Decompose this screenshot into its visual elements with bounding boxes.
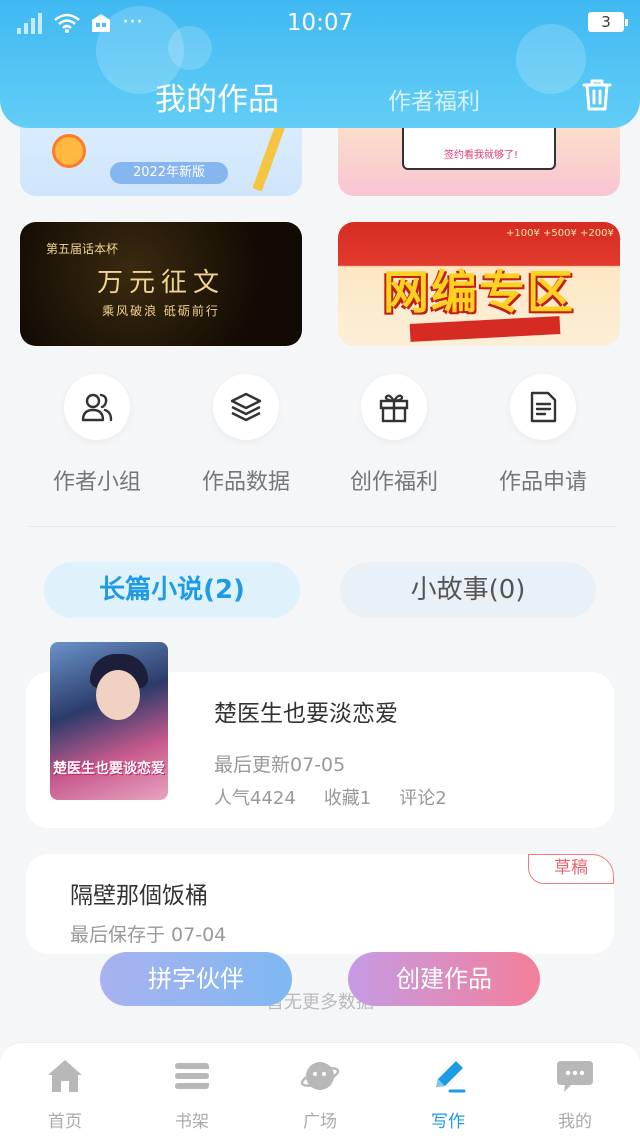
status-bar: ··· 10:07 3 (0, 0, 640, 46)
banner-chip: 2022年新版 (110, 162, 228, 184)
banner-prices: +100¥ +500¥ +200¥ (506, 228, 614, 239)
planet-icon (300, 1062, 340, 1090)
action-label: 作品申请 (498, 470, 587, 495)
group-icon (81, 393, 113, 422)
bottom-nav: 首页 书架 广场 写作 我的 (0, 1042, 640, 1138)
book-cover[interactable]: 楚医生也要谈恋爱 (50, 642, 168, 800)
trash-icon[interactable] (578, 76, 616, 114)
draft-title: 隔壁那個饭桶 (70, 883, 208, 909)
banner-editor-zone[interactable]: +100¥ +500¥ +200¥ 网编专区 (338, 222, 620, 346)
battery-icon: 3 (588, 12, 628, 32)
banner-title: 网编专区 (383, 265, 575, 319)
nav-me[interactable]: 我的 (530, 1057, 620, 1132)
banner-essay-contest[interactable]: 第五届话本杯 万元征文 乘风破浪 砥砺前行 (20, 222, 302, 346)
nav-bookshelf[interactable]: 书架 (147, 1057, 237, 1132)
action-label: 作品数据 (201, 470, 290, 495)
clock-icon (52, 134, 86, 168)
top-header: ··· 10:07 3 我的作品 作者福利 (0, 0, 640, 128)
banner-title: 万元征文 (96, 268, 225, 298)
draft-badge: 草稿 (528, 854, 614, 884)
banner-subtitle: 乘风破浪 砥砺前行 (102, 304, 220, 318)
action-author-group[interactable]: 作者小组 (37, 374, 157, 496)
layers-icon (230, 392, 262, 422)
tab-long-novels[interactable]: 长篇小说(2) (44, 562, 300, 618)
action-work-data[interactable]: 作品数据 (186, 374, 306, 496)
book-title: 楚医生也要淡恋爱 (214, 701, 398, 727)
tab-my-works[interactable]: 我的作品 (155, 74, 279, 119)
writing-partner-button[interactable]: 拼字伙伴 (100, 952, 292, 1006)
tab-author-benefits[interactable]: 作者福利 (388, 82, 480, 116)
action-creation-benefits[interactable]: 创作福利 (334, 374, 454, 496)
tab-short-stories[interactable]: 小故事(0) (340, 562, 596, 618)
action-label: 作者小组 (52, 470, 141, 495)
book-favorites: 收藏1 (323, 788, 372, 809)
nav-write[interactable]: 写作 (403, 1057, 493, 1132)
action-work-application[interactable]: 作品申请 (483, 374, 603, 496)
chat-icon (557, 1061, 593, 1092)
banner-top-text: 第五届话本杯 (46, 242, 119, 256)
bookshelf-icon (175, 1063, 209, 1089)
pencil-icon (252, 122, 286, 192)
book-comments: 评论2 (399, 788, 447, 809)
divider (28, 526, 616, 527)
book-updated: 最后更新07-05 (214, 754, 346, 776)
gift-icon (379, 394, 409, 423)
nav-square[interactable]: 广场 (275, 1057, 365, 1132)
document-icon (530, 391, 557, 423)
no-more-data: 暂无更多数据 (266, 992, 374, 1013)
create-work-button[interactable]: 创建作品 (348, 952, 540, 1006)
nav-home[interactable]: 首页 (20, 1057, 110, 1132)
cover-title: 楚医生也要谈恋爱 (53, 761, 165, 777)
home-icon (48, 1060, 82, 1092)
draft-saved-time: 最后保存于 07-04 (70, 924, 227, 946)
pen-icon (436, 1061, 466, 1093)
status-time: 10:07 (286, 10, 354, 36)
action-label: 创作福利 (349, 470, 438, 495)
book-popularity: 人气4424 (214, 788, 296, 809)
book-stats: 人气4424 收藏1 评论2 (214, 784, 447, 810)
banner-caption: 签约看我就够了! (443, 150, 518, 161)
